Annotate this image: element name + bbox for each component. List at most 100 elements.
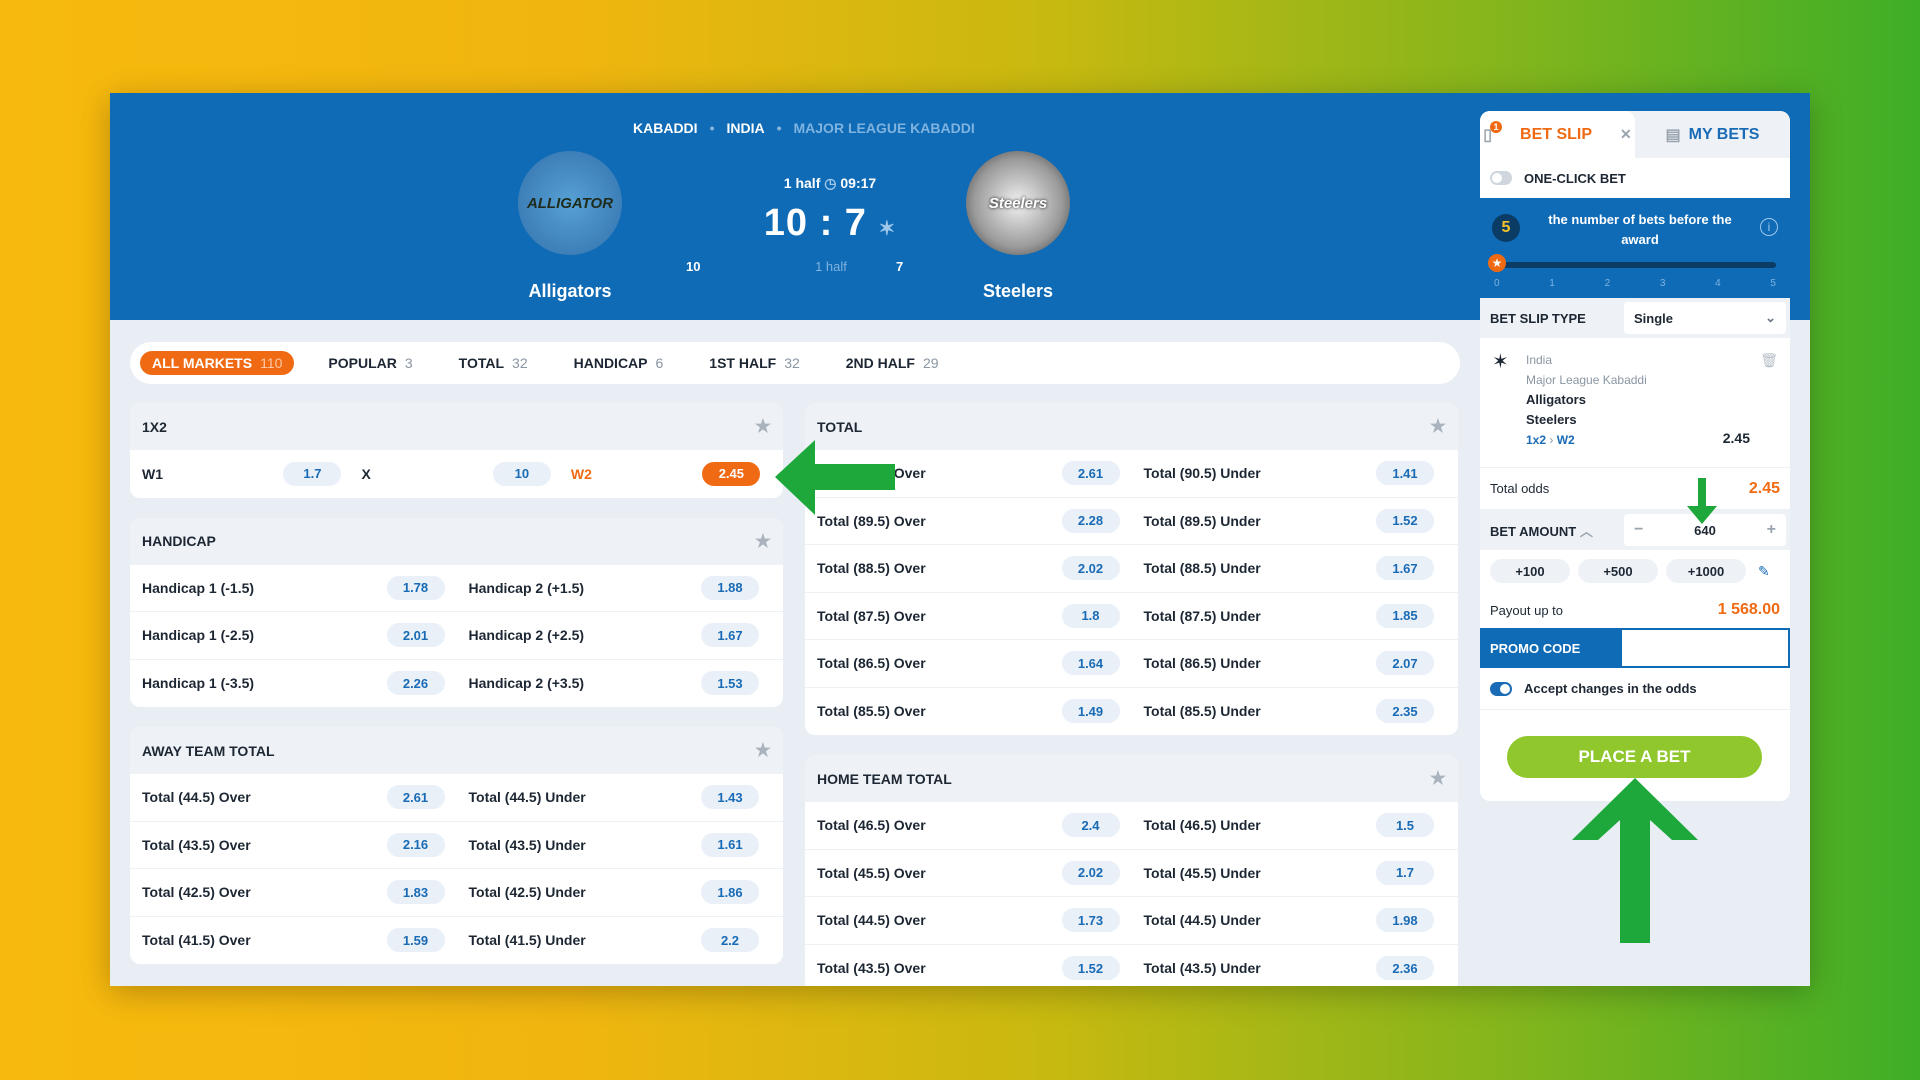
pencil-icon[interactable]: ✎ [1758,563,1770,580]
market-row: Total (90.5) Over 2.61 Total (90.5) Under 1… [805,450,1458,498]
award-progress-track [1494,262,1776,268]
odd-button[interactable]: 1.5 [1376,813,1434,838]
odd-button[interactable]: 1.43 [701,785,759,810]
odd-button[interactable]: 2.02 [1061,860,1120,885]
market-row: Total (44.5) Over 2.61 Total (44.5) Under 1… [130,774,783,822]
market-outcome: Handicap 2 (+1.5) 1.88 [457,575,772,600]
odd-button[interactable]: 2.4 [1061,813,1120,838]
odd-button[interactable]: 1.67 [1376,556,1434,581]
chevron-up-icon: ︿ [1579,523,1593,539]
odd-button[interactable]: 10 [492,461,551,486]
minus-icon[interactable]: − [1634,521,1643,539]
odd-button[interactable]: 2.26 [386,671,445,696]
odd-button[interactable]: 2.2 [701,928,759,953]
odd-button[interactable]: 1.41 [1376,461,1434,486]
odd-button[interactable]: 2.16 [386,832,445,857]
odd-button[interactable]: 1.78 [386,575,445,600]
tab-handicap[interactable]: HANDICAP 6 [562,351,676,375]
quick-amounts: +100 +500 +1000 ✎ [1480,550,1790,592]
odd-button[interactable]: 2.61 [386,785,445,810]
breadcrumb-sport[interactable]: KABADDI [633,120,698,136]
outcome-label: Total (46.5) Over [817,817,926,834]
score-sub-right: 7 [896,259,904,274]
market-outcome: Total (42.5) Under 1.86 [457,880,772,905]
star-icon: ★ [1488,254,1506,272]
tab-bet-slip[interactable]: ▯ 1 BET SLIP ✕ [1480,111,1635,158]
odd-button[interactable]: 1.53 [701,671,759,696]
odd-button[interactable]: 2.36 [1376,956,1434,981]
odd-button[interactable]: 1.8 [1061,603,1120,628]
market-title: TOTAL [817,418,863,435]
odd-button[interactable]: 1.83 [386,880,445,905]
breadcrumb-league[interactable]: MAJOR LEAGUE KABADDI [794,120,975,136]
team-logo-alligators: ALLIGATOR [518,151,622,255]
odd-button[interactable]: 2.02 [1061,556,1120,581]
coupon-country: India [1526,353,1553,367]
odd-button[interactable]: 2.01 [386,623,445,648]
odd-button[interactable]: 2.35 [1376,699,1434,724]
info-icon[interactable]: i [1760,218,1778,236]
odd-button[interactable]: 1.59 [386,928,445,953]
odd-button[interactable]: 1.7 [283,461,342,486]
favorite-star-icon[interactable]: ★ [1430,768,1446,789]
quick-add-1000[interactable]: +1000 [1666,559,1746,583]
accept-changes-toggle[interactable] [1490,681,1512,696]
odd-button[interactable]: 2.61 [1061,461,1120,486]
tab-all-markets[interactable]: ALL MARKETS 110 [140,351,295,375]
tab-my-bets[interactable]: ▤ MY BETS [1635,111,1790,158]
favorite-star-icon[interactable]: ★ [1430,416,1446,437]
clock-icon: ◷ [824,175,837,191]
odd-button[interactable]: 1.64 [1061,651,1120,676]
place-bet-button[interactable]: PLACE A BET [1507,736,1762,778]
odd-button[interactable]: 1.86 [701,880,759,905]
score-sub-left: 10 [686,259,701,274]
bet-slip-type-select[interactable]: Single ⌄ [1624,302,1786,334]
tab-total[interactable]: TOTAL 32 [447,351,540,375]
odd-button[interactable]: 1.52 [1061,956,1120,981]
outcome-label: Total (89.5) Under [1143,512,1261,529]
quick-add-100[interactable]: +100 [1490,559,1570,583]
bet-amount-value[interactable]: 640 [1694,523,1716,538]
close-icon[interactable]: ✕ [1620,126,1632,143]
odd-button[interactable]: 1.52 [1376,508,1434,533]
away-team: Steelers Steelers [918,151,1118,302]
favorite-star-icon[interactable]: ★ [755,531,771,552]
odd-button[interactable]: 1.98 [1376,908,1434,933]
bet-amount-stepper[interactable]: − 640 + [1624,514,1786,546]
outcome-label: Total (87.5) Under [1143,607,1261,624]
odd-button-selected[interactable]: 2.45 [702,461,761,486]
market-title: 1X2 [142,418,167,435]
odd-button[interactable]: 1.67 [701,623,759,648]
odd-button[interactable]: 1.49 [1061,699,1120,724]
tab-2nd-half[interactable]: 2ND HALF 29 [834,351,951,375]
odd-button[interactable]: 1.61 [701,832,759,857]
outcome-label: Total (88.5) Under [1143,560,1261,577]
one-click-bet-toggle[interactable] [1490,171,1512,185]
tab-1st-half[interactable]: 1ST HALF 32 [697,351,811,375]
market-outcome: Total (44.5) Over 1.73 [817,908,1132,933]
odd-button[interactable]: 2.28 [1061,508,1120,533]
odd-button[interactable]: 1.7 [1376,860,1434,885]
market-outcome: Total (46.5) Over 2.4 [817,813,1132,838]
trash-icon[interactable]: 🗑 [1760,350,1778,370]
tab-popular[interactable]: POPULAR 3 [316,351,424,375]
market-row: Total (85.5) Over 1.49 Total (85.5) Under 2… [805,688,1458,736]
coupon-league: Major League Kabaddi [1526,373,1647,387]
odd-button[interactable]: 2.07 [1376,651,1434,676]
favorite-star-icon[interactable]: ★ [755,740,771,761]
odd-button[interactable]: 1.85 [1376,603,1434,628]
outcome-label: Handicap 1 (-2.5) [142,627,255,644]
market-title: HANDICAP [142,533,216,549]
quick-add-500[interactable]: +500 [1578,559,1658,583]
market-row: Total (42.5) Over 1.83 Total (42.5) Under 1… [130,869,783,917]
odd-button[interactable]: 1.88 [701,575,759,600]
favorite-star-icon[interactable]: ★ [755,416,771,437]
bet-slip-count-badge: 1 [1490,120,1503,133]
odd-button[interactable]: 1.73 [1061,908,1120,933]
breadcrumb-country[interactable]: INDIA [726,120,764,136]
market-outcome: Total (87.5) Under 1.85 [1132,603,1447,628]
outcome-label: Total (45.5) Under [1143,864,1261,881]
plus-icon[interactable]: + [1767,521,1776,539]
promo-code-input[interactable] [1620,628,1790,668]
one-click-bet-toggle-row: ONE-CLICK BET [1480,158,1790,198]
